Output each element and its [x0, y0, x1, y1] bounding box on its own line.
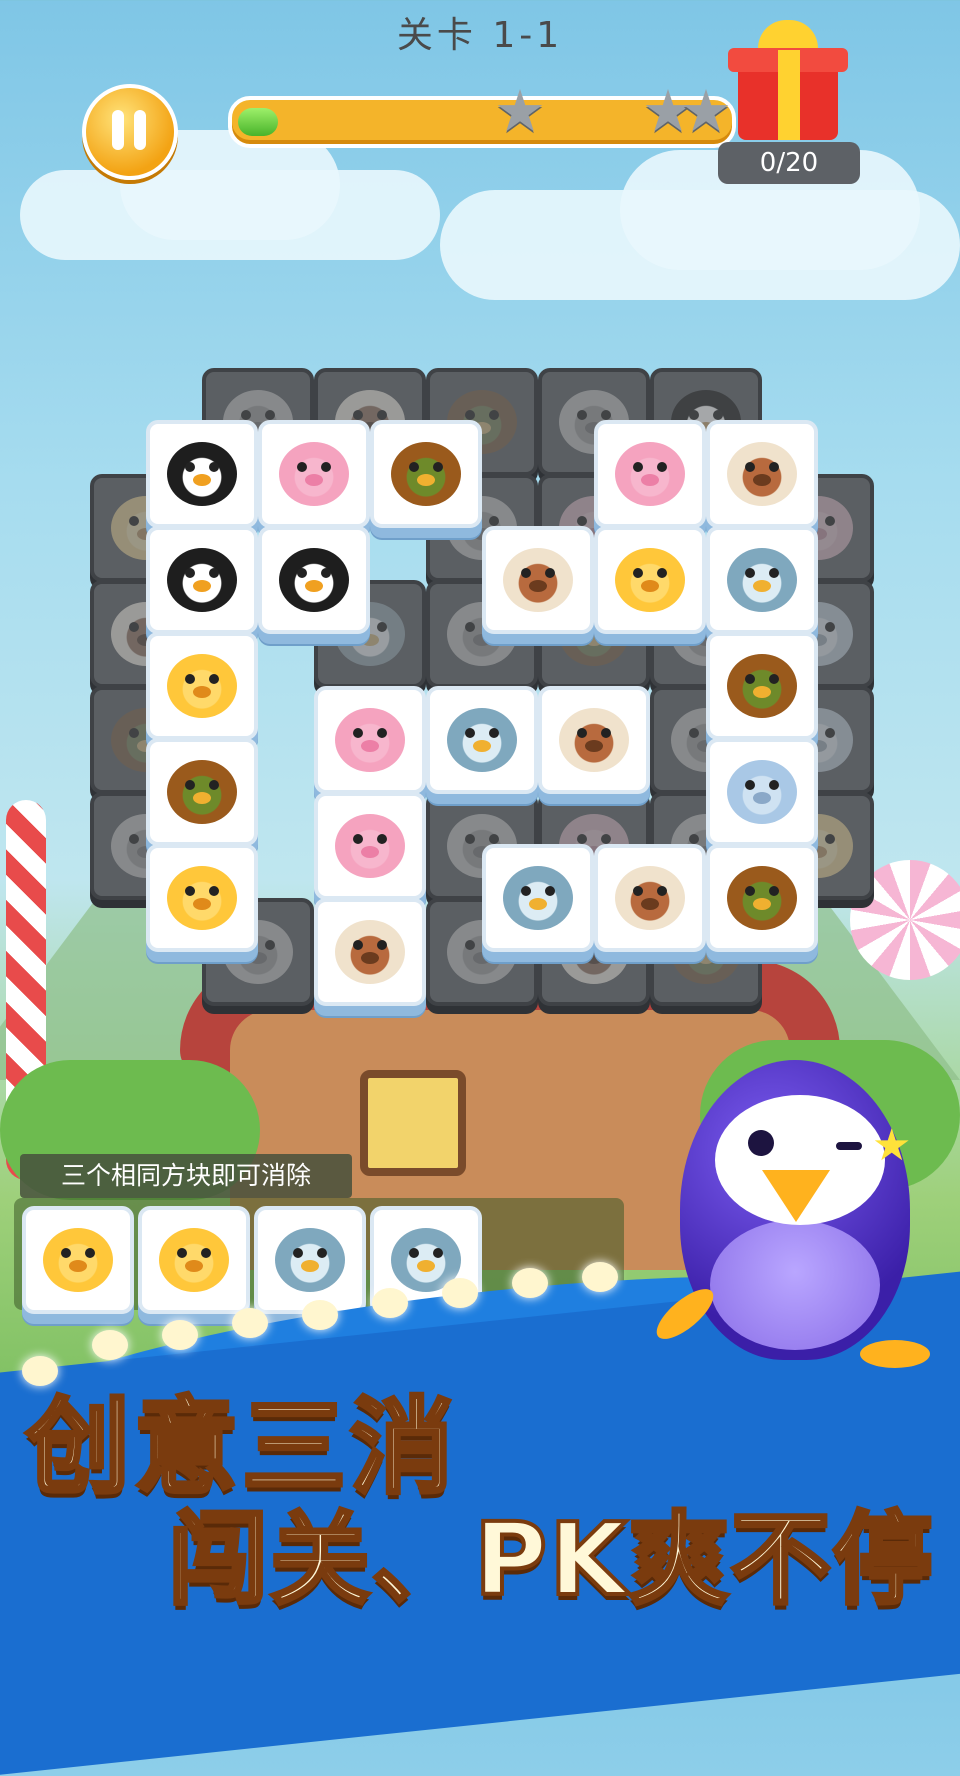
- pig-icon: [335, 708, 405, 772]
- dog-icon: [559, 708, 629, 772]
- tile-tiger[interactable]: [146, 632, 258, 740]
- dog-icon: [615, 866, 685, 930]
- owl-brown-icon: [391, 442, 461, 506]
- penguin-mascot: ★: [640, 1050, 940, 1380]
- penguin-icon: [279, 548, 349, 612]
- tile-pig[interactable]: [314, 792, 426, 900]
- tile-penguin[interactable]: [146, 526, 258, 634]
- banner-light: [302, 1300, 338, 1330]
- tile-dog[interactable]: [538, 686, 650, 794]
- tiger-icon: [159, 1228, 229, 1292]
- tile-dog[interactable]: [706, 420, 818, 528]
- pig-icon: [279, 442, 349, 506]
- owl-brown-icon: [727, 866, 797, 930]
- tile-owl-blue[interactable]: [482, 844, 594, 952]
- owl-blue-icon: [275, 1228, 345, 1292]
- tile-penguin[interactable]: [258, 526, 370, 634]
- owl-blue-icon: [727, 548, 797, 612]
- dog-icon: [335, 920, 405, 984]
- tile-pig[interactable]: [594, 420, 706, 528]
- owl-brown-icon: [167, 760, 237, 824]
- tiger-icon: [43, 1228, 113, 1292]
- tile-tiger[interactable]: [146, 844, 258, 952]
- tile-dog[interactable]: [482, 526, 594, 634]
- pig-icon: [335, 814, 405, 878]
- tile-owl-brown[interactable]: [370, 420, 482, 528]
- owl-blue-icon: [503, 866, 573, 930]
- banner-light: [162, 1320, 198, 1350]
- tile-mouse[interactable]: [706, 738, 818, 846]
- owl-brown-icon: [727, 654, 797, 718]
- tile-pig[interactable]: [314, 686, 426, 794]
- tile-tiger[interactable]: [22, 1206, 134, 1314]
- mouse-icon: [727, 760, 797, 824]
- star-icon: ★: [872, 1120, 912, 1171]
- owl-blue-icon: [447, 708, 517, 772]
- tile-tiger[interactable]: [138, 1206, 250, 1314]
- tile-owl-brown[interactable]: [706, 632, 818, 740]
- tile-owl-blue[interactable]: [706, 526, 818, 634]
- pig-icon: [615, 442, 685, 506]
- tile-penguin[interactable]: [146, 420, 258, 528]
- tile-dog[interactable]: [594, 844, 706, 952]
- slogan-line-2: 闯关、PK爽不停: [166, 1499, 935, 1620]
- penguin-icon: [167, 548, 237, 612]
- penguin-icon: [167, 442, 237, 506]
- tiger-icon: [615, 548, 685, 612]
- banner-light: [512, 1268, 548, 1298]
- tiger-icon: [167, 654, 237, 718]
- dog-icon: [503, 548, 573, 612]
- banner-light: [372, 1288, 408, 1318]
- banner-light: [582, 1262, 618, 1292]
- tile-owl-brown[interactable]: [706, 844, 818, 952]
- tile-pig[interactable]: [258, 420, 370, 528]
- tray-tip: 三个相同方块即可消除: [20, 1154, 352, 1198]
- banner-light: [92, 1330, 128, 1360]
- tile-owl-blue[interactable]: [254, 1206, 366, 1314]
- banner-light: [232, 1308, 268, 1338]
- banner-light: [442, 1278, 478, 1308]
- tile-owl-brown[interactable]: [146, 738, 258, 846]
- tiger-icon: [167, 866, 237, 930]
- tile-tiger[interactable]: [594, 526, 706, 634]
- tile-dog[interactable]: [314, 898, 426, 1006]
- tile-owl-blue[interactable]: [426, 686, 538, 794]
- dog-icon: [727, 442, 797, 506]
